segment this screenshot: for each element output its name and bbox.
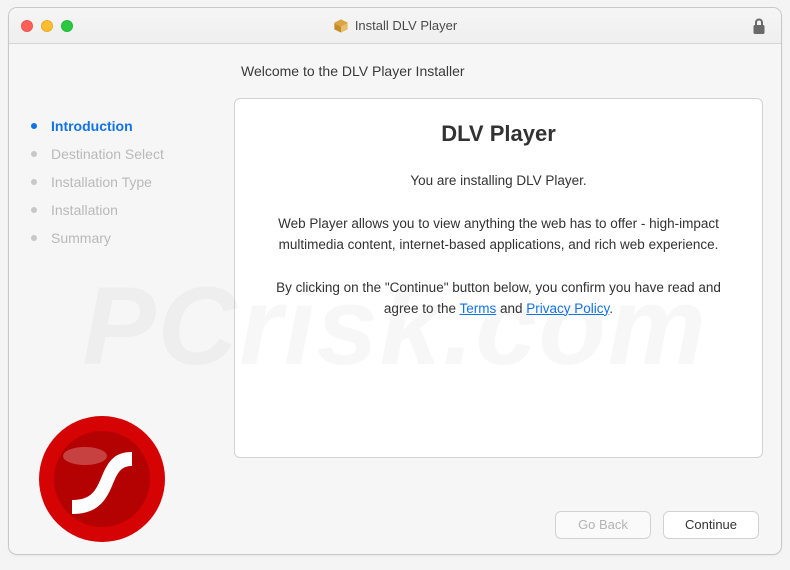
bullet-icon [31,207,37,213]
consent-and: and [496,301,526,316]
consent-period: . [609,301,613,316]
minimize-icon[interactable] [41,20,53,32]
continue-button[interactable]: Continue [663,511,759,539]
zoom-icon[interactable] [61,20,73,32]
step-label: Introduction [51,118,133,134]
terms-link[interactable]: Terms [459,301,496,316]
content-description: Web Player allows you to view anything t… [261,214,736,256]
content-consent: By clicking on the "Continue" button bel… [261,278,736,320]
step-label: Installation [51,202,118,218]
window-title: Install DLV Player [9,18,781,34]
lock-icon [751,17,767,35]
package-icon [333,18,349,34]
content-intro-line: You are installing DLV Player. [261,171,736,192]
content-title: DLV Player [261,121,736,147]
window-controls [21,20,73,32]
step-installation-type: Installation Type [31,168,234,196]
close-icon[interactable] [21,20,33,32]
step-label: Installation Type [51,174,152,190]
privacy-policy-link[interactable]: Privacy Policy [526,301,609,316]
step-introduction: Introduction [31,112,234,140]
content-panel: DLV Player You are installing DLV Player… [234,98,763,458]
step-label: Summary [51,230,111,246]
titlebar: Install DLV Player [9,8,781,44]
go-back-button: Go Back [555,511,651,539]
bullet-icon [31,235,37,241]
step-destination-select: Destination Select [31,140,234,168]
step-label: Destination Select [51,146,164,162]
installer-subtitle: Welcome to the DLV Player Installer [241,63,465,79]
step-installation: Installation [31,196,234,224]
bullet-icon [31,179,37,185]
flash-player-icon [37,414,167,544]
window-title-text: Install DLV Player [355,18,457,33]
installer-window: Install DLV Player Welcome to the DLV Pl… [8,7,782,555]
bullet-icon [31,151,37,157]
bullet-icon [31,123,37,129]
installer-subtitle-row: Welcome to the DLV Player Installer [9,44,781,98]
step-list: Introduction Destination Select Installa… [31,112,234,252]
step-summary: Summary [31,224,234,252]
